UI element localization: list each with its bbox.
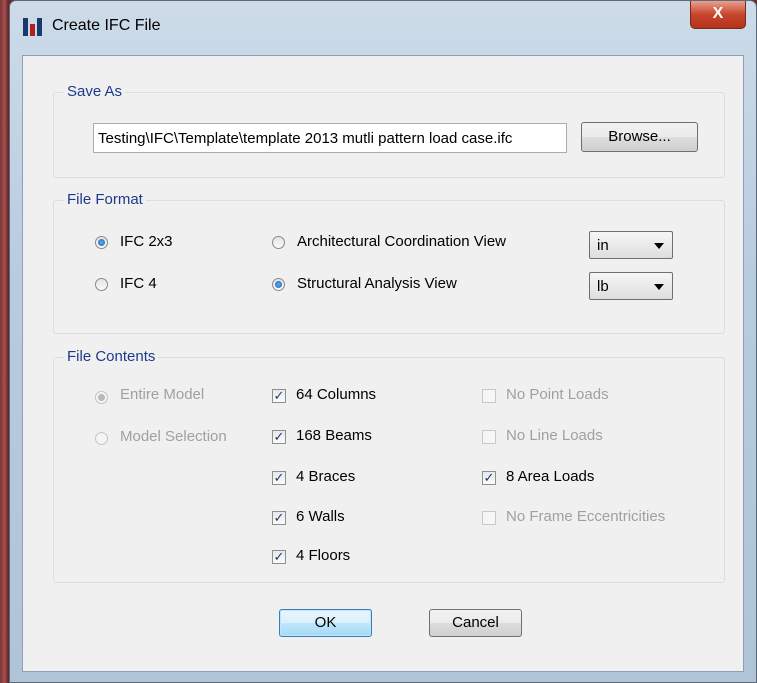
file-format-label: File Format (64, 191, 146, 208)
architectural-view-label: Architectural Coordination View (297, 233, 506, 250)
braces-label: 4 Braces (296, 468, 356, 485)
floors-checkbox[interactable]: ✓ (272, 550, 286, 564)
beams-checkbox[interactable]: ✓ (272, 430, 286, 444)
floors-label: 4 Floors (296, 547, 351, 564)
ifc-2x3-radio[interactable] (95, 236, 108, 249)
chevron-down-icon (654, 243, 664, 249)
area-loads-checkbox[interactable]: ✓ (482, 471, 496, 485)
area-loads-label: 8 Area Loads (506, 468, 595, 485)
background-window-edge (0, 0, 9, 683)
close-button[interactable]: X (690, 1, 746, 29)
point-loads-checkbox (482, 389, 496, 403)
walls-label: 6 Walls (296, 508, 345, 525)
cancel-button[interactable]: Cancel (429, 609, 522, 637)
line-loads-label: No Line Loads (506, 427, 603, 444)
force-unit-select[interactable]: lb (589, 272, 673, 300)
architectural-view-radio[interactable] (272, 236, 285, 249)
entire-model-radio (95, 391, 108, 404)
braces-checkbox[interactable]: ✓ (272, 471, 286, 485)
dialog-body: Save As Testing\IFC\Template\template 20… (22, 55, 744, 672)
app-icon (22, 16, 44, 38)
beams-label: 168 Beams (296, 427, 372, 444)
title-bar[interactable]: Create IFC File X (10, 1, 756, 53)
model-selection-label: Model Selection (120, 428, 227, 445)
create-ifc-dialog: Create IFC File X Save As Testing\IFC\Te… (9, 0, 757, 683)
structural-view-radio[interactable] (272, 278, 285, 291)
model-selection-radio (95, 432, 108, 445)
ifc-2x3-label: IFC 2x3 (120, 233, 173, 250)
length-unit-select[interactable]: in (589, 231, 673, 259)
structural-view-label: Structural Analysis View (297, 275, 457, 292)
columns-label: 64 Columns (296, 386, 377, 403)
line-loads-checkbox (482, 430, 496, 444)
length-unit-value: in (597, 237, 609, 254)
file-format-group: File Format (53, 191, 725, 334)
chevron-down-icon (654, 284, 664, 290)
walls-checkbox[interactable]: ✓ (272, 511, 286, 525)
ok-button[interactable]: OK (279, 609, 372, 637)
window-title: Create IFC File (52, 17, 161, 34)
save-as-label: Save As (64, 83, 126, 100)
frame-eccentricities-checkbox (482, 511, 496, 525)
point-loads-label: No Point Loads (506, 386, 609, 403)
force-unit-value: lb (597, 278, 609, 295)
ifc-4-radio[interactable] (95, 278, 108, 291)
file-contents-label: File Contents (64, 348, 159, 365)
ifc-4-label: IFC 4 (120, 275, 157, 292)
entire-model-label: Entire Model (120, 386, 205, 403)
columns-checkbox[interactable]: ✓ (272, 389, 286, 403)
browse-button[interactable]: Browse... (581, 122, 698, 152)
file-path-input[interactable]: Testing\IFC\Template\template 2013 mutli… (93, 123, 567, 153)
frame-eccentricities-label: No Frame Eccentricities (506, 508, 666, 525)
